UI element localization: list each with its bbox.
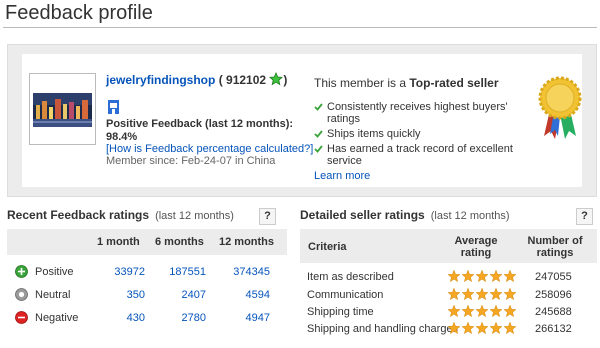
criteria-label: Shipping and handling charges [307, 323, 459, 335]
star-icon [503, 270, 517, 283]
title-divider [3, 27, 597, 28]
star-icon [475, 288, 489, 301]
rating-count-link[interactable]: 33972 [114, 266, 145, 278]
star-rating [447, 288, 517, 301]
star-icon [503, 322, 517, 335]
rating-count: 247055 [535, 271, 572, 283]
detailed-ratings-title: Detailed seller ratings (last 12 months) [300, 208, 510, 222]
list-item: Consistently receives highest buyers' ra… [314, 101, 519, 125]
profile-panel: jewelryfindingshop ( 912102 ) Positive F… [7, 44, 597, 197]
rating-label: Positive [35, 266, 74, 278]
table-row: Item as described 247055 [300, 269, 597, 286]
seller-name-link[interactable]: jewelryfindingshop [106, 73, 215, 87]
rating-count-link[interactable]: 4947 [246, 312, 270, 324]
top-rated-label: Top-rated seller [409, 76, 499, 90]
star-icon [447, 322, 461, 335]
star-icon [503, 288, 517, 301]
positive-feedback-label: Positive Feedback (last 12 months): [106, 118, 294, 130]
list-item: Ships items quickly [314, 128, 519, 140]
learn-more-link[interactable]: Learn more [314, 170, 370, 182]
star-icon [489, 322, 503, 335]
star-rating [447, 322, 517, 335]
rating-count-link[interactable]: 350 [127, 289, 145, 301]
feedback-score[interactable]: ( 912102 [219, 73, 266, 87]
detailed-ratings-help-button[interactable]: ? [576, 208, 593, 225]
rating-count: 266132 [535, 323, 572, 335]
col-12-months: 12 months [219, 236, 275, 248]
rating-count-link[interactable]: 374345 [233, 266, 270, 278]
star-icon [461, 288, 475, 301]
member-since: Member since: Feb-24-07 in China [106, 155, 276, 167]
rating-count-link[interactable]: 2407 [182, 289, 206, 301]
rating-count-link[interactable]: 187551 [169, 266, 206, 278]
star-icon [447, 305, 461, 318]
top-rated-heading: This member is a Top-rated seller [314, 76, 499, 90]
table-row: Negative 430 2780 4947 [7, 308, 287, 328]
rating-count-link[interactable]: 4594 [246, 289, 270, 301]
star-icon [461, 322, 475, 335]
star-icon [447, 270, 461, 283]
feedback-calculation-link[interactable]: [How is Feedback percentage calculated?] [106, 143, 313, 155]
feedback-score-close: ) [283, 73, 288, 87]
seller-line: jewelryfindingshop ( 912102 ) [106, 72, 287, 87]
criteria-label: Item as described [307, 271, 394, 283]
star-icon [447, 288, 461, 301]
top-rated-badge-icon [538, 76, 582, 139]
col-number-of-ratings: Number of ratings [527, 235, 583, 259]
star-icon [503, 305, 517, 318]
neutral-icon [15, 288, 28, 301]
negative-icon [15, 311, 28, 324]
feedback-star-icon[interactable] [269, 72, 284, 86]
table-row: Shipping time 245688 [300, 304, 597, 321]
top-rated-points: Consistently receives highest buyers' ra… [314, 101, 519, 170]
star-icon [475, 322, 489, 335]
table-row: Communication 258096 [300, 287, 597, 304]
rating-count: 258096 [535, 289, 572, 301]
store-icon[interactable] [108, 100, 119, 114]
table-row: Positive 33972 187551 374345 [7, 262, 287, 282]
col-1-month: 1 month [97, 236, 140, 248]
star-icon [461, 270, 475, 283]
recent-ratings-help-button[interactable]: ? [259, 208, 276, 225]
recent-ratings-title: Recent Feedback ratings (last 12 months) [7, 208, 234, 222]
rating-count-link[interactable]: 2780 [182, 312, 206, 324]
table-row: Neutral 350 2407 4594 [7, 285, 287, 305]
star-icon [475, 270, 489, 283]
store-photo[interactable] [29, 73, 96, 145]
rating-count: 245688 [535, 306, 572, 318]
star-icon [475, 305, 489, 318]
rating-label: Negative [35, 312, 79, 324]
positive-icon [15, 265, 28, 278]
rating-count-link[interactable]: 430 [127, 312, 145, 324]
check-icon [314, 130, 323, 138]
list-item: Has earned a track record of excellent s… [314, 143, 519, 167]
star-icon [461, 305, 475, 318]
rating-label: Neutral [35, 289, 71, 301]
store-photo-image [33, 77, 92, 141]
star-icon [489, 270, 503, 283]
star-rating [447, 270, 517, 283]
criteria-label: Shipping time [307, 306, 374, 318]
col-criteria: Criteria [308, 241, 347, 253]
check-icon [314, 145, 323, 153]
star-rating [447, 305, 517, 318]
star-icon [489, 305, 503, 318]
table-row: Shipping and handling charges 266132 [300, 321, 597, 338]
criteria-label: Communication [307, 289, 384, 301]
check-icon [314, 103, 323, 111]
recent-ratings-header: 1 month 6 months 12 months [7, 229, 287, 255]
profile-card: jewelryfindingshop ( 912102 ) Positive F… [22, 54, 582, 187]
positive-feedback-value: 98.4% [106, 131, 138, 143]
star-icon [489, 288, 503, 301]
col-6-months: 6 months [155, 236, 204, 248]
detailed-ratings-header: Criteria Average rating Number of rating… [300, 229, 597, 263]
page-title: Feedback profile [5, 2, 153, 24]
col-average-rating: Average rating [454, 235, 498, 259]
